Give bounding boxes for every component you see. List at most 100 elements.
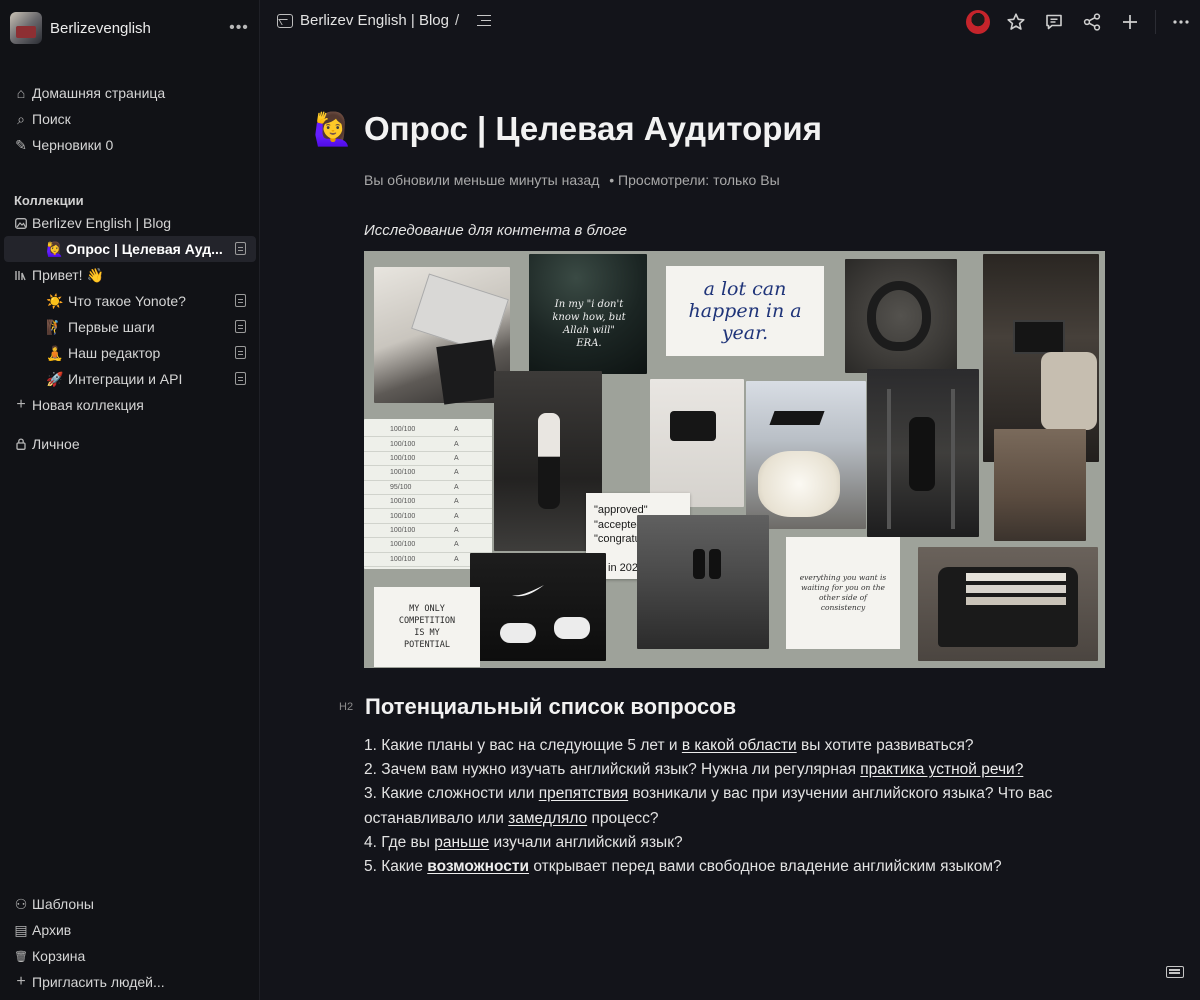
grade-row: 100/100 A	[364, 423, 492, 438]
sidebar-item-label: Черновики 0	[32, 137, 114, 153]
highlight-link[interactable]: препятствия	[539, 785, 628, 802]
sidebar-nav-top: ⌂ Домашняя страница ⌕ Поиск ✎ Черновики …	[0, 80, 260, 158]
rocket-icon: 🚀	[46, 370, 64, 387]
grade-letter: A	[454, 512, 459, 520]
sidebar-item-home[interactable]: ⌂ Домашняя страница	[0, 80, 260, 106]
document-icon[interactable]	[235, 294, 246, 307]
workspace-name: Berlizevenglish	[50, 19, 151, 37]
document-icon[interactable]	[235, 372, 246, 385]
keyboard-shortcuts-icon[interactable]	[1166, 966, 1184, 978]
question-text: изучали английский язык?	[489, 833, 683, 851]
moodboard-image[interactable]: In my "i don't know how, but Allah will"…	[364, 251, 1105, 668]
photo-couple-walking	[637, 515, 769, 649]
image-icon	[277, 13, 293, 28]
image-caption[interactable]: Исследование для контента в блоге	[364, 222, 627, 239]
sidebar-item-label: Пригласить людей...	[32, 974, 165, 990]
comment-icon	[1046, 14, 1062, 30]
breadcrumb-collection[interactable]: Berlizev English | Blog	[300, 12, 449, 29]
sidebar-item-what-is-yonote[interactable]: ☀️ Что такое Yonote?	[0, 288, 260, 314]
sidebar-item-archive[interactable]: ▤ Архив	[0, 917, 260, 943]
highlight-link[interactable]: практика устной речи?	[860, 761, 1023, 778]
star-button[interactable]	[997, 0, 1035, 44]
question-text: 1. Какие планы у вас на следующие 5 лет …	[364, 737, 682, 754]
grades-list: 100/100 A 100/100 A 100/100 A 100/100 A 95/100 A 1…	[364, 423, 492, 567]
sidebar-item-integrations[interactable]: 🚀 Интеграции и API	[0, 366, 260, 392]
templates-icon: ⚇	[14, 895, 28, 912]
sidebar-item-label: Интеграции и API	[68, 371, 183, 387]
document-icon[interactable]	[235, 242, 246, 255]
grade-row: 100/100 A	[364, 524, 492, 539]
sidebar-item-templates[interactable]: ⚇ Шаблоны	[0, 891, 260, 917]
more-options-button[interactable]	[1162, 0, 1200, 44]
sidebar-item-drafts[interactable]: ✎ Черновики 0	[0, 132, 260, 158]
grade-row: 100/100 A	[364, 437, 492, 452]
sidebar-item-hello[interactable]: Привет! 👋	[0, 262, 260, 288]
sidebar-item-active-doc[interactable]: 🙋‍♀️ Опрос | Целевая Ауд...	[4, 236, 256, 262]
grade-letter: A	[454, 454, 459, 462]
sidebar-item-personal[interactable]: Личное	[0, 431, 260, 457]
workspace-header[interactable]: Berlizevenglish •••	[10, 12, 250, 44]
document-icon[interactable]	[235, 320, 246, 333]
home-icon: ⌂	[16, 85, 26, 101]
grade-row: 100/100 A	[364, 466, 492, 481]
sidebar-item-invite[interactable]: + Пригласить людей...	[0, 969, 260, 995]
section-heading[interactable]: Потенциальный список вопросов	[365, 694, 736, 720]
photo-handbag	[918, 547, 1098, 661]
photo-headphones	[845, 259, 957, 373]
question-text: 2. Зачем вам нужно изучать английский яз…	[364, 761, 861, 779]
highlight-link[interactable]: раньше	[434, 834, 489, 851]
share-button[interactable]	[1073, 0, 1111, 44]
meta-viewed[interactable]: • Просмотрели: только Вы	[609, 172, 779, 188]
grade-row: 95/100 A	[364, 481, 492, 495]
grade-value: 100/100	[390, 426, 416, 434]
raising-hand-icon[interactable]: 🙋‍♀️	[313, 110, 353, 148]
collections-heading: Коллекции	[14, 193, 84, 208]
question-text: открывает перед вами свободное владение …	[529, 858, 1002, 876]
sidebar-item-first-steps[interactable]: 🧗 Первые шаги	[0, 314, 260, 340]
question-3: 3. Какие сложности или препятствия возни…	[364, 782, 1084, 830]
sidebar-item-label: Домашняя страница	[32, 85, 166, 101]
sidebar-item-new-collection[interactable]: + Новая коллекция	[0, 392, 260, 418]
archive-icon: ▤	[14, 921, 28, 938]
grade-letter: A	[454, 555, 459, 563]
question-text: вы хотите развиваться?	[796, 737, 974, 754]
sidebar: Berlizevenglish ••• ⌂ Домашняя страница …	[0, 0, 260, 1000]
comments-button[interactable]	[1035, 0, 1073, 44]
workspace-avatar	[10, 12, 42, 44]
sidebar-item-our-editor[interactable]: 🧘 Наш редактор	[0, 340, 260, 366]
swoosh-icon	[512, 585, 544, 597]
sidebar-item-label: Что такое Yonote?	[68, 293, 186, 309]
sidebar-item-blog[interactable]: Berlizev English | Blog	[0, 210, 260, 236]
grade-value: 100/100	[390, 440, 416, 448]
page-title[interactable]: Опрос | Целевая Аудитория	[364, 110, 822, 148]
document-icon[interactable]	[235, 346, 246, 359]
sidebar-item-label: Berlizev English | Blog	[32, 215, 172, 231]
highlight-link[interactable]: замедляло	[508, 810, 587, 827]
more-icon[interactable]: •••	[228, 19, 250, 37]
sidebar-item-label: Первые шаги	[68, 319, 155, 335]
sun-icon: ☀️	[46, 292, 64, 309]
sidebar-item-search[interactable]: ⌕ Поиск	[0, 106, 260, 132]
highlight-link[interactable]: в какой области	[682, 737, 797, 754]
sidebar-item-label: Поиск	[32, 111, 71, 127]
trash-icon: 🗑	[14, 950, 28, 963]
highlight-link[interactable]: возможности	[427, 858, 529, 875]
user-avatar-button[interactable]	[959, 0, 997, 44]
grade-value: 100/100	[390, 555, 416, 563]
questions-list[interactable]: 1. Какие планы у вас на следующие 5 лет …	[364, 734, 1084, 879]
pencil-icon: ✎	[15, 136, 27, 153]
share-icon	[1083, 13, 1101, 31]
table-of-contents-icon[interactable]	[475, 14, 492, 27]
sidebar-item-label: Опрос | Целевая Ауд...	[66, 241, 223, 257]
meta-updated: Вы обновили меньше минуты назад	[364, 172, 600, 188]
top-bar: Berlizev English | Blog /	[261, 0, 1200, 44]
new-doc-button[interactable]	[1111, 0, 1149, 44]
question-text: 3. Какие сложности или	[364, 785, 539, 803]
sidebar-collections: Коллекции Berlizev English | Blog 🙋‍♀️ О…	[0, 186, 260, 418]
grade-letter: A	[454, 469, 459, 477]
sidebar-item-trash[interactable]: 🗑 Корзина	[0, 943, 260, 969]
photo-gym	[867, 369, 979, 537]
note-consistency: everything you want is waiting for you o…	[786, 537, 900, 649]
plus-icon	[1123, 15, 1137, 29]
photo-phone-wall	[650, 379, 744, 507]
